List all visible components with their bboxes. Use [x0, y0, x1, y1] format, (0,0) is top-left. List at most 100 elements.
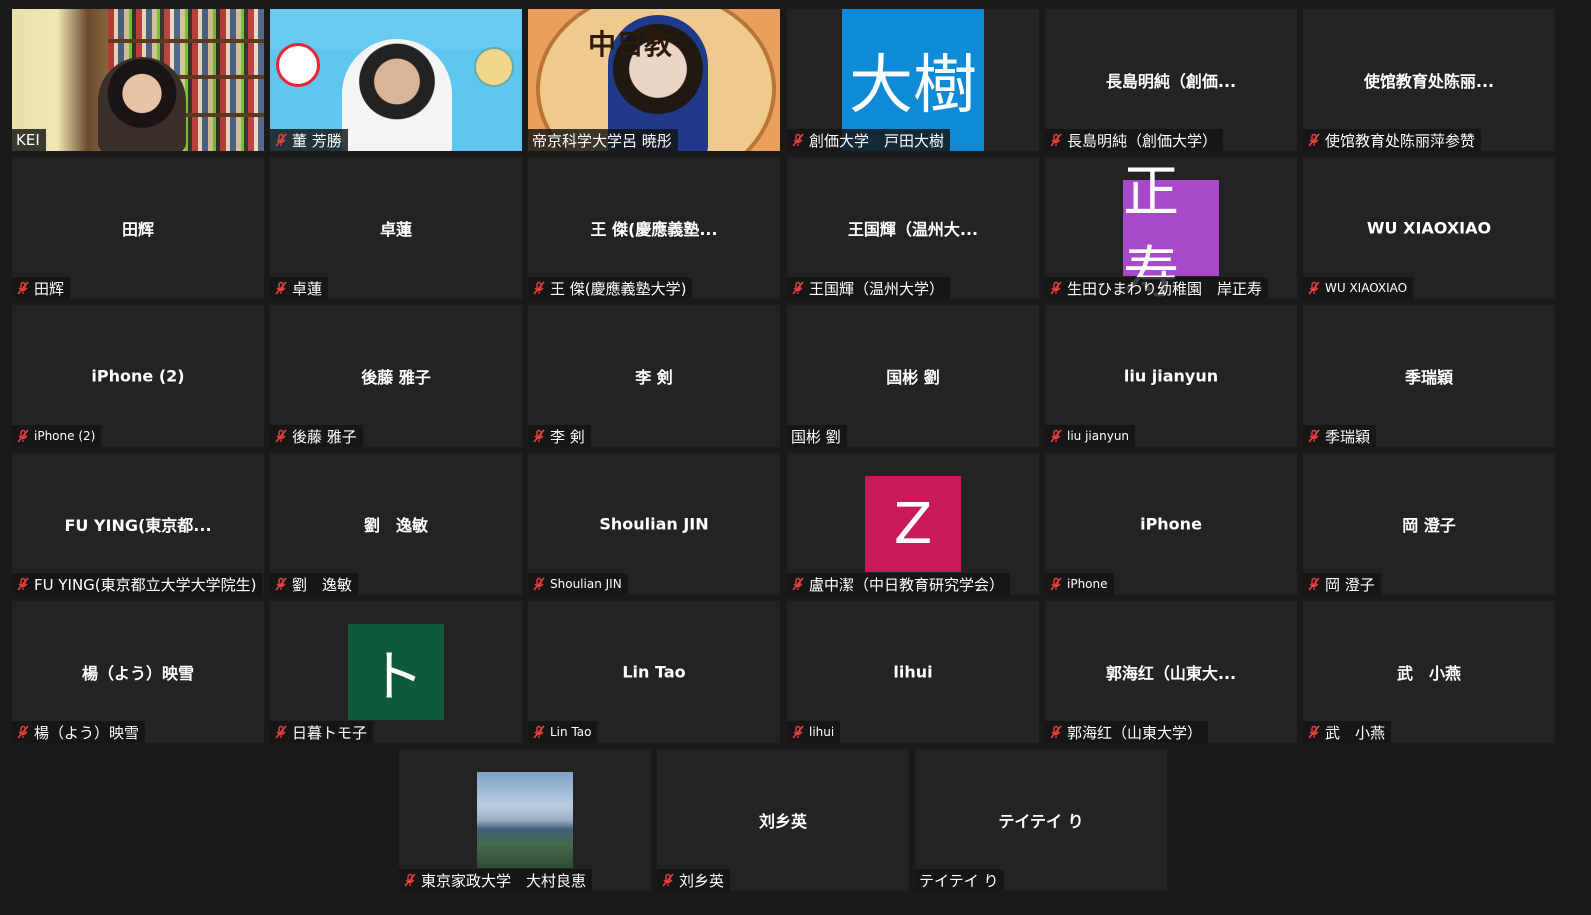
muted-mic-icon — [275, 725, 287, 739]
muted-mic-icon — [1308, 577, 1320, 591]
participant-name-label: 王 傑(慶應義塾大学) — [528, 277, 693, 299]
participant-name-label: 国彬 劉 — [787, 425, 847, 447]
participant-tile[interactable]: 田辉 田辉 — [12, 157, 264, 299]
participant-tile[interactable]: FU YING(東京都... FU YING(東京都立大学大学院生) — [12, 453, 264, 595]
participant-name-text: liu jianyun — [1067, 429, 1130, 443]
participant-display-name: Shoulian JIN — [599, 514, 709, 534]
participant-name-text: 帝京科学大学呂 暁彤 — [532, 131, 672, 150]
participant-tile[interactable]: 王 傑(慶應義塾... 王 傑(慶應義塾大学) — [528, 157, 780, 299]
participant-tile[interactable]: 李 剣李 剣 — [528, 305, 780, 447]
participant-tile[interactable]: lihui lihui — [787, 601, 1039, 743]
participant-name-text: 李 剣 — [550, 427, 585, 446]
participant-name-label: テイテイ り — [915, 869, 1005, 891]
participant-tile[interactable]: WU XIAOXIAO WU XIAOXIAO — [1303, 157, 1555, 299]
participant-tile[interactable]: 董 芳勝 — [270, 9, 522, 151]
participant-name-label: 劉 逸敏 — [270, 573, 359, 595]
participant-name-label: 使馆教育处陈丽萍参赞 — [1303, 129, 1482, 151]
participant-tile[interactable]: Z 盧中潔（中日教育研究学会） — [787, 453, 1039, 595]
participant-tile[interactable]: 国彬 劉国彬 劉 — [787, 305, 1039, 447]
participant-name-label: 季瑞穎 — [1303, 425, 1377, 447]
participant-name-label: 盧中潔（中日教育研究学会） — [787, 573, 1011, 595]
participant-name-label: 創価大学 戸田大樹 — [787, 129, 951, 151]
participant-name-text: lihui — [809, 725, 835, 739]
participant-tile[interactable]: 正寿 生田ひまわり幼稚園 岸正寿 — [1045, 157, 1297, 299]
muted-mic-icon — [275, 281, 287, 295]
participant-display-name: liu jianyun — [1123, 366, 1219, 386]
participant-display-name: 劉 逸敏 — [363, 516, 428, 535]
muted-mic-icon — [404, 873, 416, 887]
participant-name-label: Shoulian JIN — [528, 573, 628, 595]
participant-tile[interactable]: 使馆教育处陈丽... 使馆教育处陈丽萍参赞 — [1303, 9, 1555, 151]
participant-name-text: 王国輝（温州大学） — [809, 279, 945, 298]
muted-mic-icon — [275, 577, 287, 591]
participant-name-label: WU XIAOXIAO — [1303, 277, 1414, 299]
participant-name-label: 長島明純（創価大学） — [1045, 129, 1224, 151]
participant-avatar: Z — [865, 476, 961, 572]
participant-name-label: FU YING(東京都立大学大学院生) — [12, 573, 263, 595]
muted-mic-icon — [17, 577, 29, 591]
participant-name-text: 郭海红（山東大学） — [1067, 723, 1203, 742]
participant-name-label: 刘乡英 — [657, 869, 731, 891]
participant-display-name: iPhone — [1140, 514, 1202, 534]
muted-mic-icon — [275, 429, 287, 443]
participant-tile[interactable]: iPhone (2) iPhone (2) — [12, 305, 264, 447]
participant-tile[interactable]: 郭海红（山東大... 郭海红（山東大学） — [1045, 601, 1297, 743]
muted-mic-icon — [1308, 281, 1320, 295]
muted-mic-icon — [792, 577, 804, 591]
participant-display-name: 長島明純（創価... — [1105, 72, 1237, 91]
participant-avatar — [477, 772, 573, 868]
participant-tile[interactable]: ト日暮トモ子 — [270, 601, 522, 743]
participant-name-label: 武 小燕 — [1303, 721, 1392, 743]
participant-name-text: 董 芳勝 — [292, 131, 342, 150]
participant-avatar: ト — [348, 624, 444, 720]
participant-tile[interactable]: Shoulian JIN Shoulian JIN — [528, 453, 780, 595]
participant-tile[interactable]: 王国輝（温州大... 王国輝（温州大学） — [787, 157, 1039, 299]
participant-tile[interactable]: 武 小燕武 小燕 — [1303, 601, 1555, 743]
participant-name-text: 盧中潔（中日教育研究学会） — [809, 575, 1005, 594]
participant-name-label: KEI — [12, 129, 46, 151]
muted-mic-icon — [1050, 577, 1062, 591]
participant-tile[interactable]: 楊（よう）映雪 楊（よう）映雪 — [12, 601, 264, 743]
participant-name-label: 帝京科学大学呂 暁彤 — [528, 129, 678, 151]
participant-name-text: 生田ひまわり幼稚園 岸正寿 — [1067, 279, 1263, 298]
participant-tile[interactable]: liu jianyun liu jianyun — [1045, 305, 1297, 447]
participant-tile[interactable]: 刘乡英 刘乡英 — [657, 749, 909, 891]
participant-name-text: 卓蓮 — [292, 279, 323, 298]
participant-tile[interactable]: テイテイ りテイテイ り — [915, 749, 1167, 891]
participant-tile[interactable]: 長島明純（創価... 長島明純（創価大学） — [1045, 9, 1297, 151]
participant-display-name: 国彬 劉 — [886, 368, 940, 387]
muted-mic-icon — [1050, 429, 1062, 443]
participant-display-name: 田辉 — [121, 220, 154, 239]
participant-tile[interactable]: KEI — [12, 9, 264, 151]
participant-tile[interactable]: iPhone iPhone — [1045, 453, 1297, 595]
participant-tile[interactable]: 中日教帝京科学大学呂 暁彤 — [528, 9, 780, 151]
participant-name-text: 後藤 雅子 — [292, 427, 357, 446]
participant-name-text: iPhone — [1067, 577, 1108, 591]
participant-name-label: iPhone — [1045, 573, 1114, 595]
video-text: 中日教 — [588, 28, 673, 61]
participant-display-name: lihui — [893, 662, 933, 682]
participant-tile[interactable]: 劉 逸敏劉 逸敏 — [270, 453, 522, 595]
participant-name-text: 国彬 劉 — [791, 427, 841, 446]
participant-display-name: iPhone (2) — [91, 366, 185, 386]
participant-tile[interactable]: 卓蓮 卓蓮 — [270, 157, 522, 299]
participant-display-name: 岡 澄子 — [1402, 516, 1456, 535]
participant-name-label: 東京家政大学 大村良恵 — [399, 869, 593, 891]
participant-display-name: 楊（よう）映雪 — [81, 664, 194, 683]
participant-display-name: テイテイ り — [998, 812, 1084, 831]
participant-tile[interactable]: 季瑞穎 季瑞穎 — [1303, 305, 1555, 447]
participant-name-label: 卓蓮 — [270, 277, 329, 299]
participant-tile[interactable]: 大樹 創価大学 戸田大樹 — [787, 9, 1039, 151]
participant-tile[interactable]: 東京家政大学 大村良恵 — [399, 749, 651, 891]
participant-name-text: 長島明純（創価大学） — [1067, 131, 1218, 150]
participant-gallery: KEI 董 芳勝 中日教 帝京科学大学呂 暁彤 大樹 創価大学 戸田大樹 長島明純（創価..… — [0, 0, 1591, 915]
muted-mic-icon — [533, 725, 545, 739]
participant-name-label: lihui — [787, 721, 841, 743]
participant-tile[interactable]: 岡 澄子岡 澄子 — [1303, 453, 1555, 595]
participant-tile[interactable]: Lin Tao Lin Tao — [528, 601, 780, 743]
participant-display-name: FU YING(東京都... — [64, 516, 212, 535]
participant-name-text: Lin Tao — [550, 725, 592, 739]
participant-name-label: 楊（よう）映雪 — [12, 721, 146, 743]
muted-mic-icon — [17, 429, 29, 443]
participant-tile[interactable]: 後藤 雅子 後藤 雅子 — [270, 305, 522, 447]
